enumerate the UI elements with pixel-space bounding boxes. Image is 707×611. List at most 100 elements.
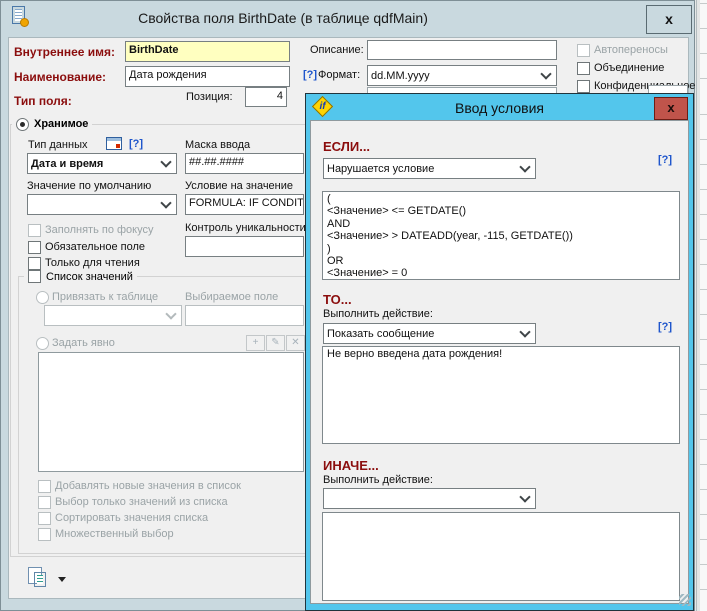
else-message-textarea[interactable] (322, 512, 680, 601)
data-type-select[interactable]: Дата и время (27, 153, 177, 174)
value-condition-field[interactable]: FORMULA: IF CONDITIO (185, 194, 304, 215)
stored-group-caption: Хранимое (12, 117, 92, 131)
checkbox-add-new-values-label: Добавлять новые значения в список (55, 480, 241, 492)
chevron-down-icon (519, 491, 530, 502)
checkbox-confidential[interactable] (577, 80, 590, 93)
then-section-label: ТО... (323, 292, 352, 307)
pick-field-label: Выбираемое поле (185, 291, 278, 303)
checkbox-required[interactable] (28, 241, 41, 254)
condition-dialog-body: ЕСЛИ... Нарушается условие [?] ( <Значен… (310, 120, 689, 604)
format-select[interactable]: dd.MM.yyyy (367, 65, 557, 86)
caption-field[interactable]: Дата рождения (125, 66, 290, 87)
format-label: Формат: (318, 69, 360, 81)
checkbox-readonly[interactable] (28, 257, 41, 270)
pick-field-field[interactable] (185, 305, 304, 326)
data-type-label: Тип данных (28, 139, 88, 151)
then-help-link[interactable]: [?] (658, 321, 672, 333)
input-mask-field[interactable]: ##.##.#### (185, 153, 304, 174)
copy-properties-button[interactable] (28, 567, 72, 593)
list-edit-button[interactable]: ✎ (266, 335, 285, 351)
resize-grip[interactable] (679, 594, 691, 606)
background-window-strip (696, 0, 707, 611)
condition-dialog: if Ввод условия x ЕСЛИ... Нарушается усл… (305, 93, 694, 611)
close-icon: x (667, 100, 674, 115)
checkbox-fill-on-focus[interactable] (28, 224, 41, 237)
checkbox-only-list-values[interactable] (38, 496, 51, 509)
value-list-group-caption: Список значений (24, 270, 137, 283)
uniqueness-label: Контроль уникальности (185, 222, 306, 234)
checkbox-readonly-label: Только для чтения (45, 257, 140, 269)
checkbox-multi-select-label: Множественный выбор (55, 528, 174, 540)
close-icon: x (665, 11, 673, 27)
checkbox-required-label: Обязательное поле (45, 241, 145, 253)
condition-close-button[interactable]: x (654, 97, 688, 120)
list-delete-button[interactable]: ✕ (286, 335, 305, 351)
chevron-down-icon (519, 161, 530, 172)
if-condition-select[interactable]: Нарушается условие (323, 158, 536, 179)
data-type-help-link[interactable]: [?] (129, 138, 143, 150)
checkbox-fill-on-focus-label: Заполнять по фокусу (45, 224, 153, 236)
chevron-down-icon (540, 68, 551, 79)
checkbox-value-list-label: Список значений (46, 271, 133, 283)
close-button[interactable]: x (646, 5, 692, 34)
checkbox-only-list-values-label: Выбор только значений из списка (55, 496, 228, 508)
default-value-label: Значение по умолчанию (27, 180, 151, 192)
checkbox-add-new-values[interactable] (38, 480, 51, 493)
if-help-link[interactable]: [?] (658, 154, 672, 166)
screen: Свойства поля BirthDate (в таблице qdfMa… (0, 0, 707, 611)
checkbox-sort-list-values[interactable] (38, 512, 51, 525)
position-field[interactable]: 4 (245, 87, 287, 107)
if-condition-selected: Нарушается условие (324, 163, 434, 175)
checkbox-sort-list-values-label: Сортировать значения списка (55, 512, 208, 524)
format-help-link[interactable]: [?] (303, 69, 317, 81)
description-field[interactable] (367, 40, 557, 60)
internal-name-field[interactable]: BirthDate (125, 41, 290, 62)
uniqueness-field[interactable] (185, 236, 304, 257)
radio-explicit[interactable] (36, 337, 49, 350)
copy-icon (28, 567, 52, 589)
stored-radio[interactable] (16, 118, 29, 131)
list-add-button[interactable]: + (246, 335, 265, 351)
default-value-select[interactable] (27, 194, 177, 215)
checkbox-autowrap-label: Автопереносы (594, 44, 668, 56)
radio-bind-table[interactable] (36, 291, 49, 304)
checkbox-multi-select[interactable] (38, 528, 51, 541)
if-section-label: ЕСЛИ... (323, 139, 370, 154)
clipped-control-fragment (648, 85, 688, 93)
if-condition-textarea[interactable]: ( <Значение> <= GETDATE() AND <Значение>… (322, 191, 680, 280)
chevron-down-icon (165, 308, 176, 319)
dialog-title: Свойства поля BirthDate (в таблице qdfMa… (1, 10, 565, 26)
else-action-select[interactable] (323, 488, 536, 509)
stored-label: Хранимое (34, 118, 88, 130)
checkbox-merge[interactable] (577, 62, 590, 75)
delete-icon: ✕ (291, 337, 299, 348)
caption-label: Наименование: (14, 70, 106, 84)
description-label: Описание: (310, 44, 364, 56)
then-message-textarea[interactable]: Не верно введена дата рождения! (322, 346, 680, 444)
background-grid-rows (700, 0, 707, 611)
then-action-selected: Показать сообщение (324, 328, 434, 340)
calendar-icon (106, 137, 122, 150)
dropdown-arrow-icon (58, 577, 66, 582)
value-condition-label: Условие на значение (185, 180, 293, 192)
then-action-select[interactable]: Показать сообщение (323, 323, 536, 344)
add-icon: + (253, 337, 259, 348)
chevron-down-icon (160, 156, 171, 167)
checkbox-value-list[interactable] (28, 270, 41, 283)
else-action-label: Выполнить действие: (323, 474, 433, 486)
field-type-label: Тип поля: (14, 94, 72, 108)
input-mask-label: Маска ввода (185, 139, 250, 151)
chevron-down-icon (160, 197, 171, 208)
position-label: Позиция: (186, 91, 233, 103)
checkbox-merge-label: Объединение (594, 62, 664, 74)
bind-table-select[interactable] (44, 305, 182, 326)
radio-bind-table-label: Привязать к таблице (52, 291, 158, 303)
explicit-values-listbox[interactable] (38, 352, 304, 472)
chevron-down-icon (519, 326, 530, 337)
then-action-label: Выполнить действие: (323, 308, 433, 320)
data-type-value: Дата и время (28, 158, 103, 170)
checkbox-autowrap[interactable] (577, 44, 590, 57)
internal-name-label: Внутреннее имя: (14, 45, 115, 59)
edit-icon: ✎ (271, 337, 279, 348)
radio-explicit-label: Задать явно (52, 337, 115, 349)
